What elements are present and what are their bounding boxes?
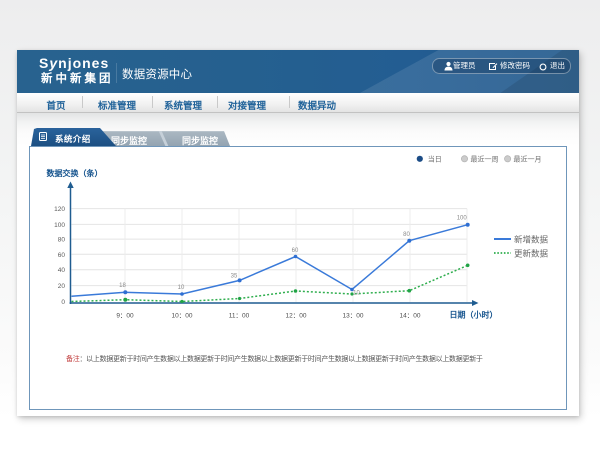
svg-text:11：00: 11：00 xyxy=(229,313,250,320)
svg-text:35: 35 xyxy=(231,274,238,280)
svg-text:新增数据: 新增数据 xyxy=(514,235,549,245)
svg-text:最近一月: 最近一月 xyxy=(514,155,542,164)
svg-text:13：00: 13：00 xyxy=(343,313,364,320)
svg-text:120: 120 xyxy=(54,206,65,213)
svg-text:18: 18 xyxy=(119,283,126,289)
svg-text:100: 100 xyxy=(54,222,65,229)
svg-text:100: 100 xyxy=(457,216,468,222)
svg-text:10: 10 xyxy=(353,291,360,297)
svg-text:最近一周: 最近一周 xyxy=(471,155,499,164)
svg-text:80: 80 xyxy=(58,237,66,244)
svg-text:12：00: 12：00 xyxy=(286,313,307,320)
svg-text:9：00: 9：00 xyxy=(116,313,134,320)
svg-text:40: 40 xyxy=(58,267,66,274)
svg-text:0: 0 xyxy=(61,299,65,306)
svg-text:10: 10 xyxy=(178,285,185,291)
svg-text:60: 60 xyxy=(292,248,299,254)
svg-text:数据交换（条）: 数据交换（条） xyxy=(47,168,103,178)
svg-text:10：00: 10：00 xyxy=(172,313,193,320)
svg-text:日期（小时）: 日期（小时） xyxy=(450,309,498,319)
svg-text:当日: 当日 xyxy=(428,155,442,164)
svg-text:60: 60 xyxy=(58,252,66,259)
svg-text:20: 20 xyxy=(58,283,66,290)
svg-text:更新数据: 更新数据 xyxy=(514,249,549,259)
svg-text:80: 80 xyxy=(403,232,410,238)
svg-text:14：00: 14：00 xyxy=(400,313,421,320)
